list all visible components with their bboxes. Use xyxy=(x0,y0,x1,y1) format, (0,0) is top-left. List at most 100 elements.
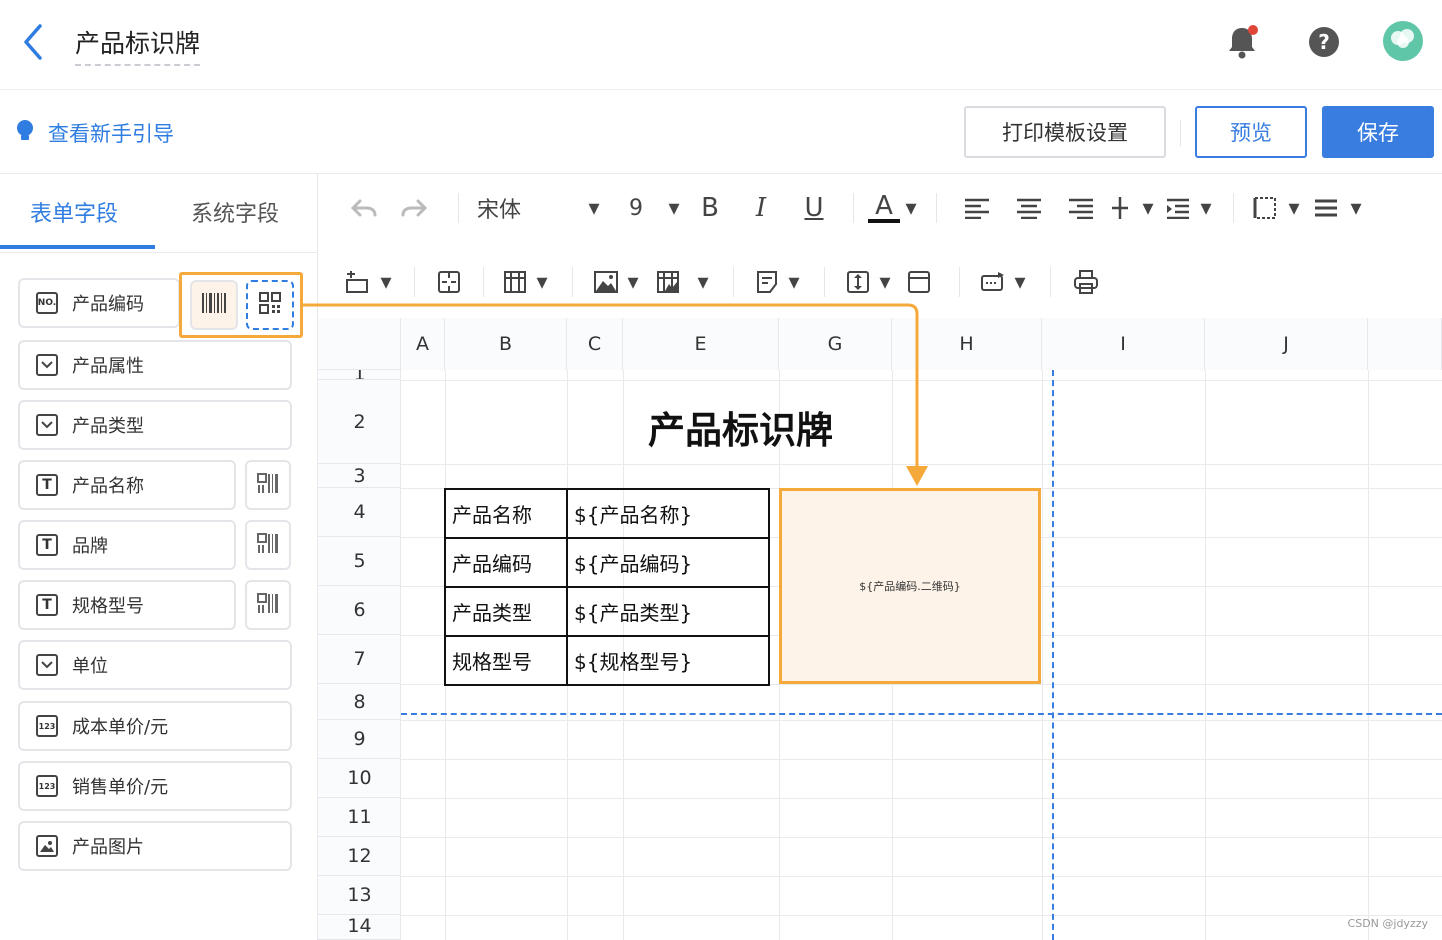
field-item-product-attribute[interactable]: 产品属性 xyxy=(18,340,292,390)
barcode-icon xyxy=(256,531,280,559)
border-icon[interactable] xyxy=(1248,196,1282,220)
field-item-product-name[interactable]: T 产品名称 xyxy=(18,460,236,510)
font-family-select[interactable]: 宋体 xyxy=(477,192,577,224)
row-header[interactable]: 12 xyxy=(318,837,401,876)
chevron-down-icon[interactable]: ▾ xyxy=(1346,196,1366,221)
divider xyxy=(1050,267,1051,297)
column-header[interactable] xyxy=(1368,318,1442,370)
barcode-icon xyxy=(256,471,280,499)
divider xyxy=(458,193,459,223)
chevron-down-icon[interactable]: ▾ xyxy=(661,196,687,221)
table-cell[interactable]: ${规格型号} xyxy=(566,635,770,686)
row-header[interactable]: 11 xyxy=(318,798,401,837)
field-label: 成本单价/元 xyxy=(72,717,169,738)
font-size-value: 9 xyxy=(629,195,643,221)
chevron-down-icon[interactable]: ▾ xyxy=(1282,196,1306,221)
field-label: 产品类型 xyxy=(72,416,144,437)
divider xyxy=(853,193,854,223)
note-icon[interactable] xyxy=(752,270,782,294)
field-item-spec-model[interactable]: T 规格型号 xyxy=(18,580,236,630)
undo-icon[interactable] xyxy=(340,198,388,218)
background-image-icon[interactable] xyxy=(645,270,691,294)
barcode-button[interactable] xyxy=(245,520,291,570)
field-item-unit[interactable]: 单位 xyxy=(18,640,292,690)
field-item-cost-price[interactable]: 123 成本单价/元 xyxy=(18,701,292,751)
align-center-icon[interactable] xyxy=(1003,197,1055,219)
row-height-icon[interactable] xyxy=(843,270,873,294)
chevron-down-icon[interactable]: ▾ xyxy=(782,270,806,295)
table-icon[interactable] xyxy=(500,270,530,294)
bell-icon[interactable] xyxy=(1222,22,1262,62)
chevron-down-icon[interactable]: ▾ xyxy=(1008,270,1032,295)
table-cell[interactable]: 产品类型 xyxy=(444,586,568,637)
field-item-sale-price[interactable]: 123 销售单价/元 xyxy=(18,761,292,811)
chevron-down-icon[interactable]: ▾ xyxy=(530,270,554,295)
merge-cells-icon[interactable] xyxy=(431,270,467,294)
save-button[interactable]: 保存 xyxy=(1322,106,1434,158)
field-item-product-code[interactable]: NO. 产品编码 xyxy=(18,278,180,328)
product-info-table[interactable]: 产品名称 ${产品名称} 产品编码 ${产品编码} 产品类型 ${产品类型} 规… xyxy=(444,488,770,686)
font-color-button[interactable]: A xyxy=(868,193,900,223)
chevron-down-icon[interactable]: ▾ xyxy=(621,270,645,295)
qrcode-placeholder-cell[interactable]: ${产品编码.二维码} xyxy=(779,488,1041,684)
qrcode-button[interactable] xyxy=(246,280,294,330)
row-header[interactable]: 8 xyxy=(318,684,401,720)
chevron-down-icon[interactable]: ▾ xyxy=(1133,196,1163,221)
print-icon[interactable] xyxy=(1069,269,1103,295)
italic-button[interactable]: I xyxy=(733,193,789,223)
table-cell[interactable]: 产品编码 xyxy=(444,537,568,588)
help-icon[interactable]: ? xyxy=(1304,22,1344,62)
tab-form-fields[interactable]: 表单字段 xyxy=(30,196,118,228)
align-right-icon[interactable] xyxy=(1055,197,1107,219)
page-title[interactable]: 产品标识牌 xyxy=(75,24,201,66)
column-header[interactable]: I xyxy=(1042,318,1205,370)
chevron-down-icon[interactable]: ▾ xyxy=(691,270,715,295)
table-cell[interactable]: 规格型号 xyxy=(444,635,568,686)
barcode-button[interactable] xyxy=(245,460,291,510)
field-item-brand[interactable]: T 品牌 xyxy=(18,520,236,570)
underline-button[interactable]: U xyxy=(789,193,839,223)
print-template-settings-button[interactable]: 打印模板设置 xyxy=(964,106,1166,158)
text-wrap-icon[interactable] xyxy=(1163,197,1193,219)
insert-row-icon[interactable] xyxy=(340,270,374,294)
vertical-align-icon[interactable] xyxy=(1107,196,1133,220)
column-header[interactable]: J xyxy=(1205,318,1368,370)
row-header[interactable]: 5 xyxy=(318,537,401,586)
barcode-button[interactable] xyxy=(245,580,291,630)
chevron-down-icon[interactable]: ▾ xyxy=(374,270,398,295)
back-icon[interactable] xyxy=(18,20,52,64)
grid-line xyxy=(1205,370,1206,940)
pagination-icon[interactable] xyxy=(978,271,1008,293)
line-style-icon[interactable] xyxy=(1306,198,1346,218)
tab-system-fields[interactable]: 系统字段 xyxy=(191,196,279,228)
row-header[interactable]: 6 xyxy=(318,586,401,635)
preview-button[interactable]: 预览 xyxy=(1195,106,1307,158)
table-cell[interactable]: ${产品类型} xyxy=(566,586,770,637)
row-header[interactable]: 9 xyxy=(318,720,401,759)
field-label: 规格型号 xyxy=(72,596,144,617)
table-row: 规格型号 ${规格型号} xyxy=(444,635,770,686)
barcode-button[interactable] xyxy=(190,280,238,330)
dropdown-icon xyxy=(36,354,58,376)
table-cell[interactable]: ${产品编码} xyxy=(566,537,770,588)
guide-link[interactable]: 查看新手引导 xyxy=(14,118,174,148)
row-header[interactable]: 13 xyxy=(318,876,401,915)
field-item-product-type[interactable]: 产品类型 xyxy=(18,400,292,450)
number-icon: 123 xyxy=(36,715,58,737)
chevron-down-icon[interactable]: ▾ xyxy=(873,270,897,295)
field-item-product-image[interactable]: 产品图片 xyxy=(18,821,292,871)
row-header[interactable]: 7 xyxy=(318,635,401,684)
row-header[interactable]: 10 xyxy=(318,759,401,798)
image-icon[interactable] xyxy=(591,271,621,293)
divider xyxy=(959,267,960,297)
bold-button[interactable]: B xyxy=(687,193,733,223)
align-left-icon[interactable] xyxy=(951,197,1003,219)
row-header[interactable]: 14 xyxy=(318,915,401,940)
chevron-down-icon[interactable]: ▾ xyxy=(1193,196,1219,221)
avatar[interactable] xyxy=(1382,20,1423,61)
redo-icon[interactable] xyxy=(388,198,440,218)
font-size-select[interactable]: 9 xyxy=(611,196,661,221)
chevron-down-icon[interactable]: ▾ xyxy=(577,196,611,221)
page-frame-icon[interactable] xyxy=(897,270,941,294)
chevron-down-icon[interactable]: ▾ xyxy=(900,196,922,221)
